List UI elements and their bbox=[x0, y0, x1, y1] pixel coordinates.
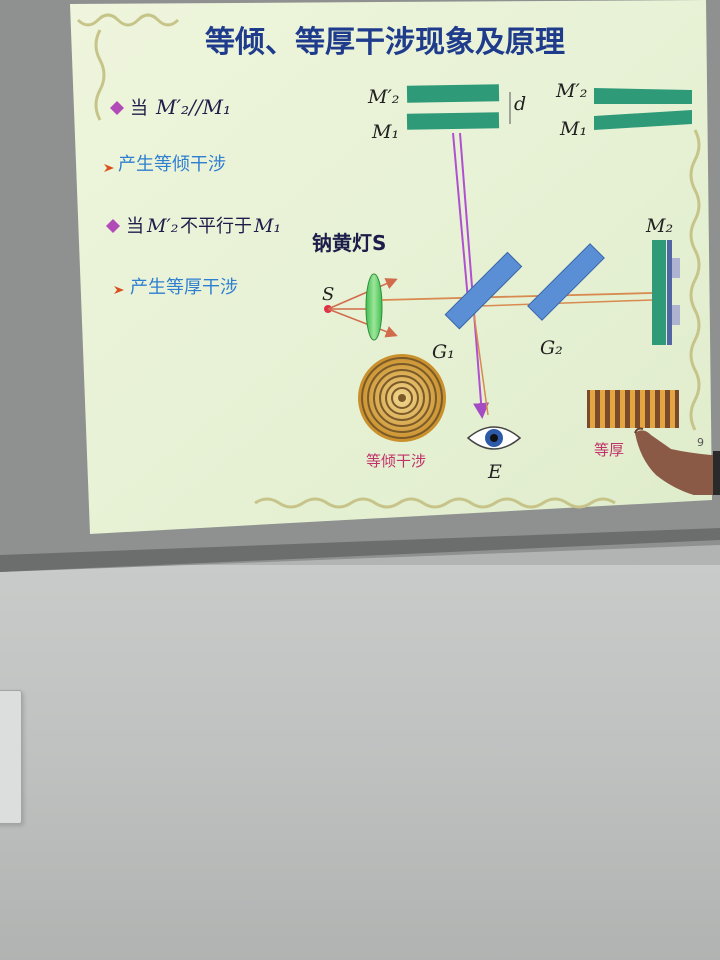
source-label: S bbox=[322, 284, 334, 305]
mirror-m2 bbox=[652, 240, 666, 345]
mirror-m2prime-left bbox=[406, 84, 500, 103]
mirror-m2prime-right bbox=[594, 88, 692, 104]
label-m2: M₂ bbox=[645, 215, 673, 237]
bullet2-mid: 不平行于 bbox=[180, 216, 252, 237]
mirror-m1-left bbox=[406, 112, 500, 130]
bullet1-math: M′₂//M₁ bbox=[155, 95, 231, 119]
label-equal-inclination: 等倾干涉 bbox=[366, 452, 426, 470]
label-e: E bbox=[487, 461, 502, 483]
bullet2-prefix: 当 bbox=[126, 216, 144, 237]
label-equal-thickness: 等厚 bbox=[594, 441, 624, 459]
projection-scene: 等倾、等厚干涉现象及原理 当 M′₂//M₁ 产生等倾干涉 当 M′₂ 不平行于… bbox=[0, 0, 720, 572]
lamp-label: 钠黄灯S bbox=[312, 231, 386, 255]
label-m2prime-left: M′₂ bbox=[367, 86, 399, 108]
label-g1: G₁ bbox=[432, 341, 455, 363]
label-d: d bbox=[514, 93, 526, 115]
slide-title: 等倾、等厚干涉现象及原理 bbox=[205, 25, 565, 60]
bullet2-math: M′₂ bbox=[146, 215, 178, 237]
presenter-hand bbox=[634, 427, 720, 495]
bullet2-math2: M₁ bbox=[253, 215, 281, 237]
ring-fringes-pattern bbox=[358, 354, 446, 442]
label-m1-left: M₁ bbox=[371, 121, 399, 143]
bullet1-prefix: 当 bbox=[130, 98, 148, 119]
label-m1-right: M₁ bbox=[559, 118, 587, 140]
bullet2-result: 产生等厚干涉 bbox=[130, 277, 238, 298]
label-g2: G₂ bbox=[540, 337, 563, 359]
lens-icon bbox=[365, 273, 383, 341]
bullet1-result: 产生等倾干涉 bbox=[118, 154, 226, 175]
label-m2prime-right: M′₂ bbox=[555, 80, 587, 102]
